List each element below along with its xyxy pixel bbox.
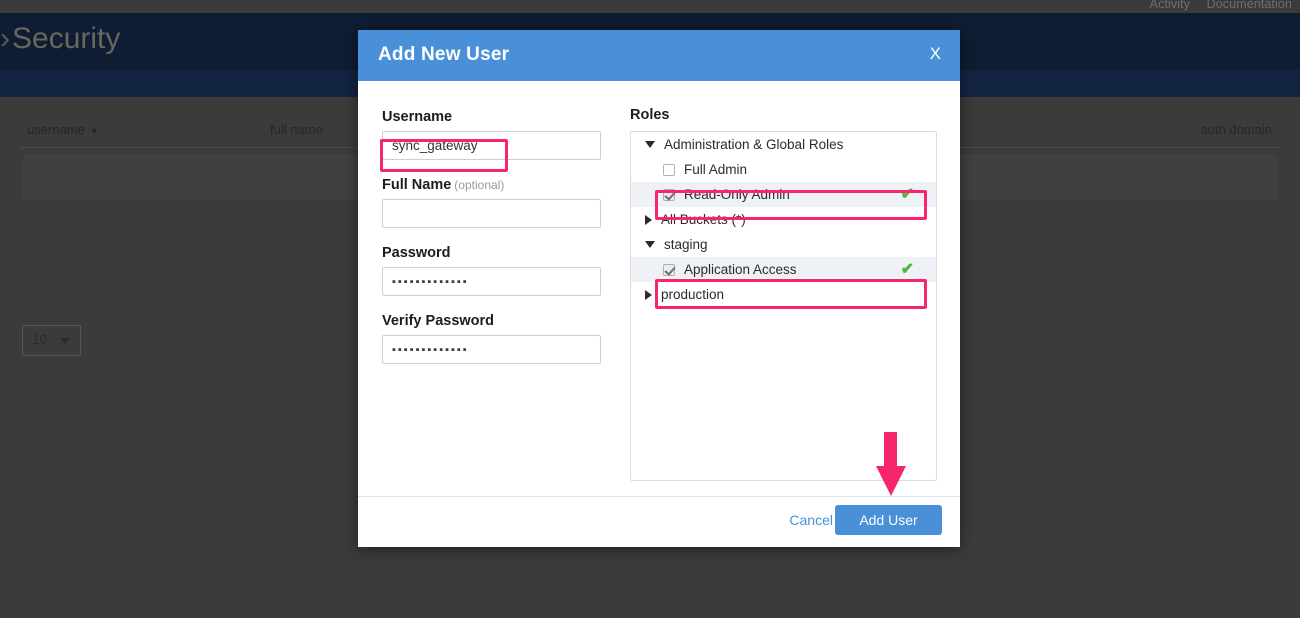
top-nav-links: Activity Documentation bbox=[1137, 0, 1292, 11]
full-name-optional-note: (optional) bbox=[454, 178, 505, 192]
column-header-auth-domain[interactable]: auth domain bbox=[1200, 122, 1272, 137]
column-header-username-label: username bbox=[27, 122, 85, 137]
password-label: Password bbox=[382, 245, 451, 261]
dialog-title: Add New User bbox=[378, 44, 510, 65]
top-utility-bar: Activity Documentation bbox=[0, 0, 1300, 13]
triangle-right-icon[interactable] bbox=[645, 289, 652, 300]
page-size-value: 10 bbox=[32, 332, 48, 347]
full-name-label-text: Full Name bbox=[382, 177, 452, 193]
full-name-label: Full Name (optional) bbox=[382, 177, 627, 193]
roles-label: Roles bbox=[630, 107, 670, 123]
column-header-full-name[interactable]: full name bbox=[270, 122, 323, 137]
role-row[interactable]: Administration & Global Roles bbox=[631, 132, 936, 157]
add-user-button[interactable]: Add User bbox=[835, 505, 942, 535]
role-label: production bbox=[661, 287, 725, 302]
verify-password-masked-value: ▪▪▪▪▪▪▪▪▪▪▪▪▪ bbox=[392, 344, 469, 356]
dialog-header: Add New User X bbox=[358, 30, 960, 81]
role-row[interactable]: All Buckets (*) bbox=[631, 207, 936, 232]
close-icon[interactable]: X bbox=[930, 45, 941, 62]
username-input[interactable] bbox=[382, 131, 601, 160]
nav-link-activity[interactable]: Activity bbox=[1150, 0, 1190, 11]
role-row[interactable]: Application Access ✔ bbox=[631, 257, 936, 282]
user-form-column: Username Full Name(optional) Password ▪▪… bbox=[382, 81, 627, 381]
full-name-input[interactable] bbox=[382, 199, 601, 228]
role-label: All Buckets (*) bbox=[661, 212, 746, 227]
chevron-down-icon bbox=[60, 338, 70, 344]
role-label: staging bbox=[664, 237, 708, 252]
field-group-full-name: Full Name (optional) bbox=[382, 177, 627, 228]
column-header-username[interactable]: username ▼ bbox=[27, 122, 99, 137]
dialog-footer: Cancel Add User bbox=[358, 496, 960, 547]
green-check-icon: ✔ bbox=[900, 185, 914, 203]
add-new-user-dialog: Add New User X Username Full Name(option… bbox=[358, 30, 960, 547]
role-checkbox[interactable] bbox=[663, 188, 675, 201]
verify-password-input[interactable]: ▪▪▪▪▪▪▪▪▪▪▪▪▪ bbox=[382, 335, 601, 364]
nav-link-documentation[interactable]: Documentation bbox=[1207, 0, 1292, 11]
role-label: Application Access bbox=[684, 262, 797, 277]
green-check-icon: ✔ bbox=[900, 260, 914, 278]
page-size-select[interactable]: 10 bbox=[22, 325, 81, 356]
cancel-button[interactable]: Cancel bbox=[789, 512, 833, 528]
breadcrumb-chevron-icon: › bbox=[0, 22, 10, 55]
role-label: Administration & Global Roles bbox=[664, 137, 844, 152]
password-input[interactable]: ▪▪▪▪▪▪▪▪▪▪▪▪▪ bbox=[382, 267, 601, 296]
role-row[interactable]: Read-Only Admin ✔ bbox=[631, 182, 936, 207]
triangle-down-icon[interactable] bbox=[645, 141, 655, 148]
field-group-password: Password ▪▪▪▪▪▪▪▪▪▪▪▪▪ bbox=[382, 245, 627, 296]
role-row[interactable]: Full Admin bbox=[631, 157, 936, 182]
role-checkbox[interactable] bbox=[663, 263, 675, 276]
roles-column: Roles Administration & Global Roles Full … bbox=[630, 81, 938, 481]
field-group-username: Username bbox=[382, 109, 627, 160]
role-label: Full Admin bbox=[684, 162, 748, 177]
page-title: Security bbox=[12, 22, 121, 55]
role-label: Read-Only Admin bbox=[684, 187, 790, 202]
dialog-body: Username Full Name(optional) Password ▪▪… bbox=[358, 81, 960, 496]
role-row[interactable]: production bbox=[631, 282, 936, 307]
role-row[interactable]: staging bbox=[631, 232, 936, 257]
breadcrumb: ›Security bbox=[0, 22, 120, 56]
password-masked-value: ▪▪▪▪▪▪▪▪▪▪▪▪▪ bbox=[392, 276, 469, 288]
sort-caret-icon: ▼ bbox=[89, 125, 99, 136]
verify-password-label: Verify Password bbox=[382, 313, 495, 329]
field-group-verify-password: Verify Password ▪▪▪▪▪▪▪▪▪▪▪▪▪ bbox=[382, 313, 627, 364]
username-label: Username bbox=[382, 109, 453, 125]
triangle-down-icon[interactable] bbox=[645, 241, 655, 248]
roles-tree-panel[interactable]: Administration & Global Roles Full Admin R… bbox=[630, 131, 937, 481]
role-checkbox[interactable] bbox=[663, 163, 675, 176]
triangle-right-icon[interactable] bbox=[645, 214, 652, 225]
